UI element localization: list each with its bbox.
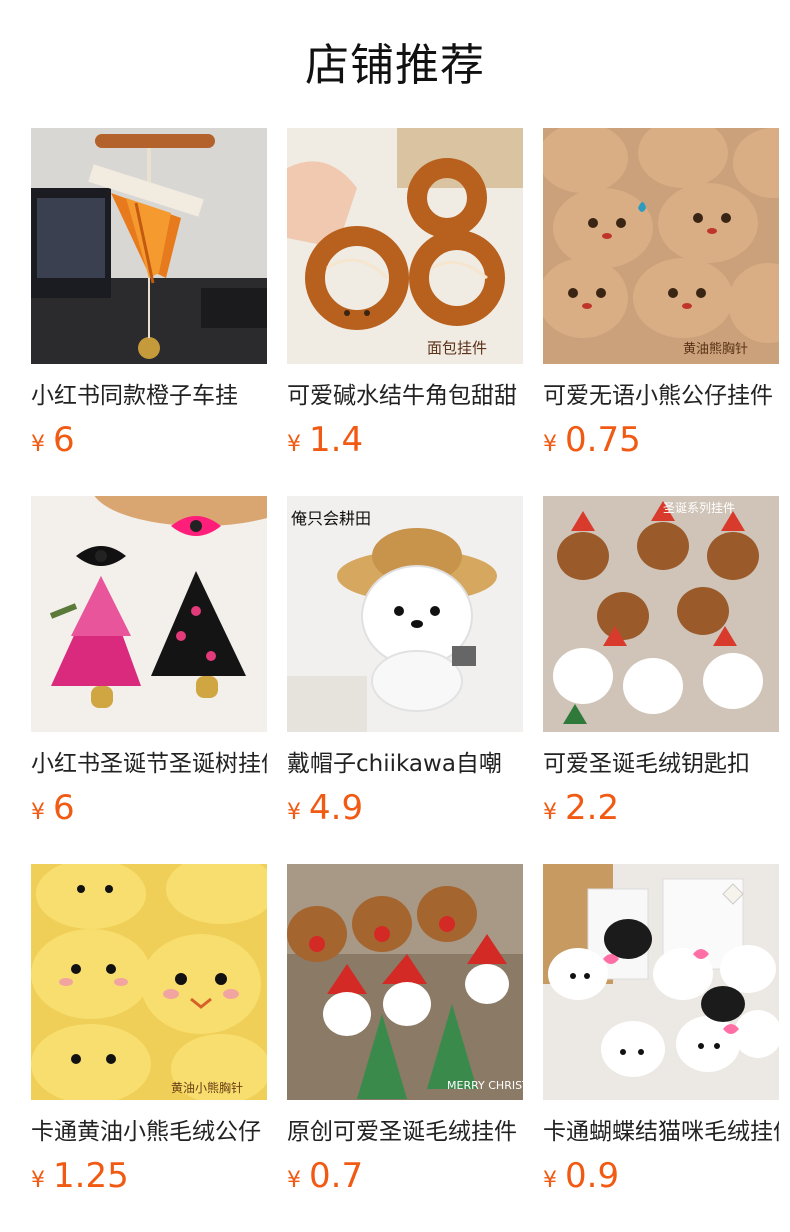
product-name[interactable]: 小红书同款橙子车挂 <box>31 378 267 414</box>
currency-symbol: ¥ <box>31 1168 45 1193</box>
product-name[interactable]: 原创可爱圣诞毛绒挂件 <box>287 1114 523 1150</box>
price-value: 0.7 <box>309 1156 364 1196</box>
currency-symbol: ¥ <box>287 432 301 457</box>
product-image[interactable] <box>31 496 267 732</box>
white-bear-straw-hat-photo: 俺只会耕田 <box>287 496 523 732</box>
product-image[interactable]: 圣诞系列挂件 <box>543 496 779 732</box>
product-price: ¥0.7 <box>287 1154 363 1198</box>
product-image[interactable]: 黄油小熊胸针 <box>31 864 267 1100</box>
price-value: 4.9 <box>309 788 364 828</box>
image-caption: 黄油熊胸针 <box>683 341 748 357</box>
price-value: 6 <box>53 788 75 828</box>
product-card[interactable]: MERRY CHRISTMAS 原创可爱圣诞毛绒挂件 ¥0.7 <box>287 864 523 1204</box>
product-card[interactable]: 小红书圣诞节圣诞树挂件 ¥6 <box>31 496 267 836</box>
product-image[interactable]: 面包挂件 <box>287 128 523 364</box>
product-name[interactable]: 卡通蝴蝶结猫咪毛绒挂件 <box>543 1114 779 1150</box>
product-card[interactable]: 俺只会耕田 戴帽子chiikawa自嘲 ¥4.9 <box>287 496 523 836</box>
currency-symbol: ¥ <box>287 800 301 825</box>
currency-symbol: ¥ <box>543 432 557 457</box>
product-card[interactable]: 黄油小熊胸针 卡通黄油小熊毛绒公仔 ¥1.25 <box>31 864 267 1204</box>
price-value: 0.75 <box>565 420 641 460</box>
product-card[interactable]: 黄油熊胸针 可爱无语小熊公仔挂件 ¥0.75 <box>543 128 779 468</box>
christmas-tree-charm-photo <box>31 496 267 732</box>
reindeer-santa-plush-photo: MERRY CHRISTMAS <box>287 864 523 1100</box>
product-card[interactable]: 卡通蝴蝶结猫咪毛绒挂件 ¥0.9 <box>543 864 779 1204</box>
image-caption: 黄油小熊胸针 <box>171 1080 243 1095</box>
product-price: ¥0.9 <box>543 1154 619 1198</box>
product-card[interactable]: 面包挂件 可爱碱水结牛角包甜甜 ¥1.4 <box>287 128 523 468</box>
price-value: 1.25 <box>53 1156 129 1196</box>
image-caption: MERRY CHRISTMAS <box>447 1079 523 1092</box>
image-caption: 俺只会耕田 <box>291 509 371 528</box>
product-name[interactable]: 可爱碱水结牛角包甜甜 <box>287 378 523 414</box>
christmas-plush-keychain-photo: 圣诞系列挂件 <box>543 496 779 732</box>
product-image[interactable] <box>543 864 779 1100</box>
image-caption: 面包挂件 <box>427 339 487 357</box>
currency-symbol: ¥ <box>543 800 557 825</box>
product-price: ¥4.9 <box>287 786 363 830</box>
product-name[interactable]: 可爱圣诞毛绒钥匙扣 <box>543 746 779 782</box>
product-price: ¥0.75 <box>543 418 641 462</box>
product-card[interactable]: 圣诞系列挂件 可爱圣诞毛绒钥匙扣 ¥2.2 <box>543 496 779 836</box>
product-price: ¥1.25 <box>31 1154 129 1198</box>
product-card[interactable]: 小红书同款橙子车挂 ¥6 <box>31 128 267 468</box>
page-title: 店铺推荐 <box>305 40 485 91</box>
product-image[interactable]: MERRY CHRISTMAS <box>287 864 523 1100</box>
brown-bear-plush-photo: 黄油熊胸针 <box>543 128 779 364</box>
product-name[interactable]: 戴帽子chiikawa自嘲 <box>287 746 523 782</box>
product-price: ¥1.4 <box>287 418 363 462</box>
price-value: 1.4 <box>309 420 364 460</box>
product-image[interactable]: 俺只会耕田 <box>287 496 523 732</box>
bow-cat-plush-photo <box>543 864 779 1100</box>
product-name[interactable]: 卡通黄油小熊毛绒公仔 <box>31 1114 267 1150</box>
image-caption: 圣诞系列挂件 <box>663 501 735 515</box>
product-price: ¥6 <box>31 418 75 462</box>
product-image[interactable] <box>31 128 267 364</box>
price-value: 0.9 <box>565 1156 620 1196</box>
pretzel-charm-photo: 面包挂件 <box>287 128 523 364</box>
yellow-bear-plush-photo: 黄油小熊胸针 <box>31 864 267 1100</box>
product-price: ¥6 <box>31 786 75 830</box>
product-price: ¥2.2 <box>543 786 619 830</box>
currency-symbol: ¥ <box>31 800 45 825</box>
product-name[interactable]: 小红书圣诞节圣诞树挂件 <box>31 746 267 782</box>
currency-symbol: ¥ <box>543 1168 557 1193</box>
currency-symbol: ¥ <box>31 432 45 457</box>
orange-car-charm-photo <box>31 128 267 364</box>
price-value: 6 <box>53 420 75 460</box>
price-value: 2.2 <box>565 788 620 828</box>
product-image[interactable]: 黄油熊胸针 <box>543 128 779 364</box>
product-name[interactable]: 可爱无语小熊公仔挂件 <box>543 378 779 414</box>
currency-symbol: ¥ <box>287 1168 301 1193</box>
